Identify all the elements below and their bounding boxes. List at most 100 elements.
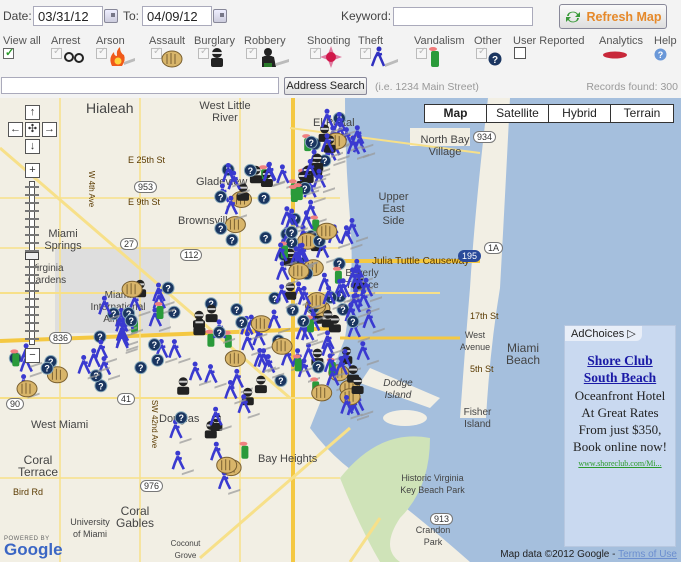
svg-text:?: ? xyxy=(350,317,356,327)
map-type-hybrid[interactable]: Hybrid xyxy=(549,105,611,122)
crime-marker-fist-icon[interactable] xyxy=(16,380,38,398)
crime-marker-q-icon[interactable]: ? xyxy=(304,135,318,149)
arrest-checkbox[interactable] xyxy=(51,46,62,59)
crime-marker-q-icon[interactable]: ? xyxy=(124,314,138,327)
pan-up-button[interactable]: ↑ xyxy=(25,105,40,120)
pan-right-button[interactable]: → xyxy=(42,122,57,137)
crime-marker-fist-icon[interactable] xyxy=(121,280,143,298)
crime-marker-q-icon[interactable]: ? xyxy=(161,281,175,295)
map-type-map[interactable]: Map xyxy=(425,105,487,122)
svg-text:?: ? xyxy=(248,166,254,176)
svg-text:?: ? xyxy=(98,381,104,391)
date-to-input[interactable] xyxy=(142,6,212,26)
zoom-notch xyxy=(25,234,39,236)
crime-marker-q-icon[interactable]: ? xyxy=(259,231,273,245)
map-type-selector: Map Satellite Hybrid Terrain xyxy=(424,104,674,123)
crime-marker-q-icon[interactable]: ? xyxy=(214,222,228,235)
adchoices-label[interactable]: AdChoices ▷ xyxy=(565,326,642,341)
view-all-checkbox[interactable] xyxy=(3,46,14,59)
theft-checkbox[interactable] xyxy=(360,46,371,59)
crime-marker-q-icon[interactable]: ? xyxy=(257,191,271,205)
address-input[interactable] xyxy=(1,77,279,94)
crime-marker-fist-icon[interactable] xyxy=(250,315,272,333)
crime-marker-q-icon[interactable]: ? xyxy=(230,303,244,316)
pan-left-button[interactable]: ← xyxy=(8,122,23,137)
help-label[interactable]: Help xyxy=(654,35,677,47)
crime-marker-spray-icon[interactable] xyxy=(239,441,249,459)
crime-marker-q-icon[interactable]: ? xyxy=(311,360,325,374)
crime-marker-q-icon[interactable]: ? xyxy=(151,353,165,367)
crime-marker-thief-icon[interactable] xyxy=(204,364,227,389)
crime-marker-fist-icon[interactable] xyxy=(224,350,246,368)
zoom-notch xyxy=(25,218,39,220)
help-icon[interactable]: ? xyxy=(654,48,667,61)
crime-marker-fist-icon[interactable] xyxy=(288,262,310,280)
pan-down-button[interactable]: ↓ xyxy=(25,139,40,154)
crime-marker-q-icon[interactable]: ? xyxy=(147,338,161,352)
crime-marker-q-icon[interactable]: ? xyxy=(296,314,310,328)
vandalism-checkbox[interactable] xyxy=(416,46,427,59)
calendar-to-icon[interactable] xyxy=(213,9,227,23)
crime-marker-thief-icon[interactable] xyxy=(171,450,194,476)
svg-text:?: ? xyxy=(217,328,223,338)
ad-body: Oceanfront Hotel At Great Rates From jus… xyxy=(573,388,667,454)
refresh-map-button[interactable]: Refresh Map xyxy=(559,4,667,29)
crime-marker-q-icon[interactable]: ? xyxy=(174,411,188,425)
ad-url-link[interactable]: www.shoreclub.com/Mi... xyxy=(565,459,675,468)
crime-marker-q-icon[interactable]: ? xyxy=(212,325,226,339)
crime-marker-fist-icon[interactable] xyxy=(316,222,338,240)
arson-checkbox[interactable] xyxy=(96,46,107,59)
address-hint: (i.e. 1234 Main Street) xyxy=(375,81,479,93)
crime-marker-q-icon[interactable]: ? xyxy=(235,316,249,329)
svg-text:?: ? xyxy=(218,192,224,202)
crime-marker-thief-icon[interactable] xyxy=(356,341,379,366)
terms-of-use-link[interactable]: Terms of Use xyxy=(618,549,677,560)
keyword-input[interactable] xyxy=(393,7,533,26)
svg-text:?: ? xyxy=(289,228,295,238)
fire-icon xyxy=(110,47,135,66)
date-from-input[interactable] xyxy=(33,6,103,26)
crime-marker-fist-icon[interactable] xyxy=(216,456,238,474)
address-search-button[interactable]: Address Search xyxy=(284,77,367,95)
zoom-slider-handle[interactable] xyxy=(25,252,39,260)
burglary-checkbox[interactable] xyxy=(198,46,209,59)
map-type-satellite[interactable]: Satellite xyxy=(487,105,549,122)
svg-text:?: ? xyxy=(152,340,158,350)
zoom-in-button[interactable]: + xyxy=(25,163,40,178)
zoom-notch xyxy=(25,282,39,284)
crime-marker-q-icon[interactable]: ? xyxy=(214,190,228,204)
crime-marker-burglar-icon[interactable] xyxy=(254,375,267,394)
analytics-icon[interactable] xyxy=(602,51,628,59)
crime-marker-q-icon[interactable]: ? xyxy=(346,315,360,328)
crime-marker-thief-icon[interactable] xyxy=(362,309,385,334)
crime-marker-burglar-icon[interactable] xyxy=(177,377,190,395)
crime-marker-fist-icon[interactable] xyxy=(311,384,333,402)
zoom-slider-track[interactable] xyxy=(25,181,39,345)
calendar-from-icon[interactable] xyxy=(104,9,118,23)
svg-text:?: ? xyxy=(261,194,267,204)
crime-marker-thief-icon[interactable] xyxy=(261,354,285,379)
pan-center-button[interactable]: ✣ xyxy=(25,122,40,137)
zoom-out-button[interactable]: − xyxy=(25,348,40,363)
crime-marker-q-icon[interactable]: ? xyxy=(40,361,54,375)
crime-marker-fist-icon[interactable] xyxy=(271,337,293,355)
crime-marker-thief-icon[interactable] xyxy=(321,330,344,355)
crime-marker-thief-icon[interactable] xyxy=(94,339,117,365)
crime-marker-q-icon[interactable]: ? xyxy=(243,163,257,177)
robbery-checkbox[interactable] xyxy=(246,46,257,59)
crime-marker-q-icon[interactable]: ? xyxy=(134,361,148,375)
analytics-label[interactable]: Analytics xyxy=(599,35,643,47)
other-checkbox[interactable] xyxy=(476,46,487,59)
crime-marker-q-icon[interactable]: ? xyxy=(285,225,299,239)
google-logo[interactable]: POWERED BY Google xyxy=(4,536,63,558)
crime-marker-q-icon[interactable]: ? xyxy=(167,305,181,319)
svg-text:?: ? xyxy=(492,55,498,66)
crime-marker-q-icon[interactable]: ? xyxy=(225,233,239,247)
crime-marker-thief-icon[interactable] xyxy=(267,309,290,335)
user-reported-checkbox[interactable] xyxy=(514,47,526,59)
svg-text:?: ? xyxy=(234,305,240,315)
ad-title-link[interactable]: Shore Club South Beach xyxy=(565,352,675,386)
map-type-terrain[interactable]: Terrain xyxy=(611,105,673,122)
map-canvas[interactable]: ????????????????????????????????????????… xyxy=(0,98,681,562)
svg-text:?: ? xyxy=(178,413,184,423)
